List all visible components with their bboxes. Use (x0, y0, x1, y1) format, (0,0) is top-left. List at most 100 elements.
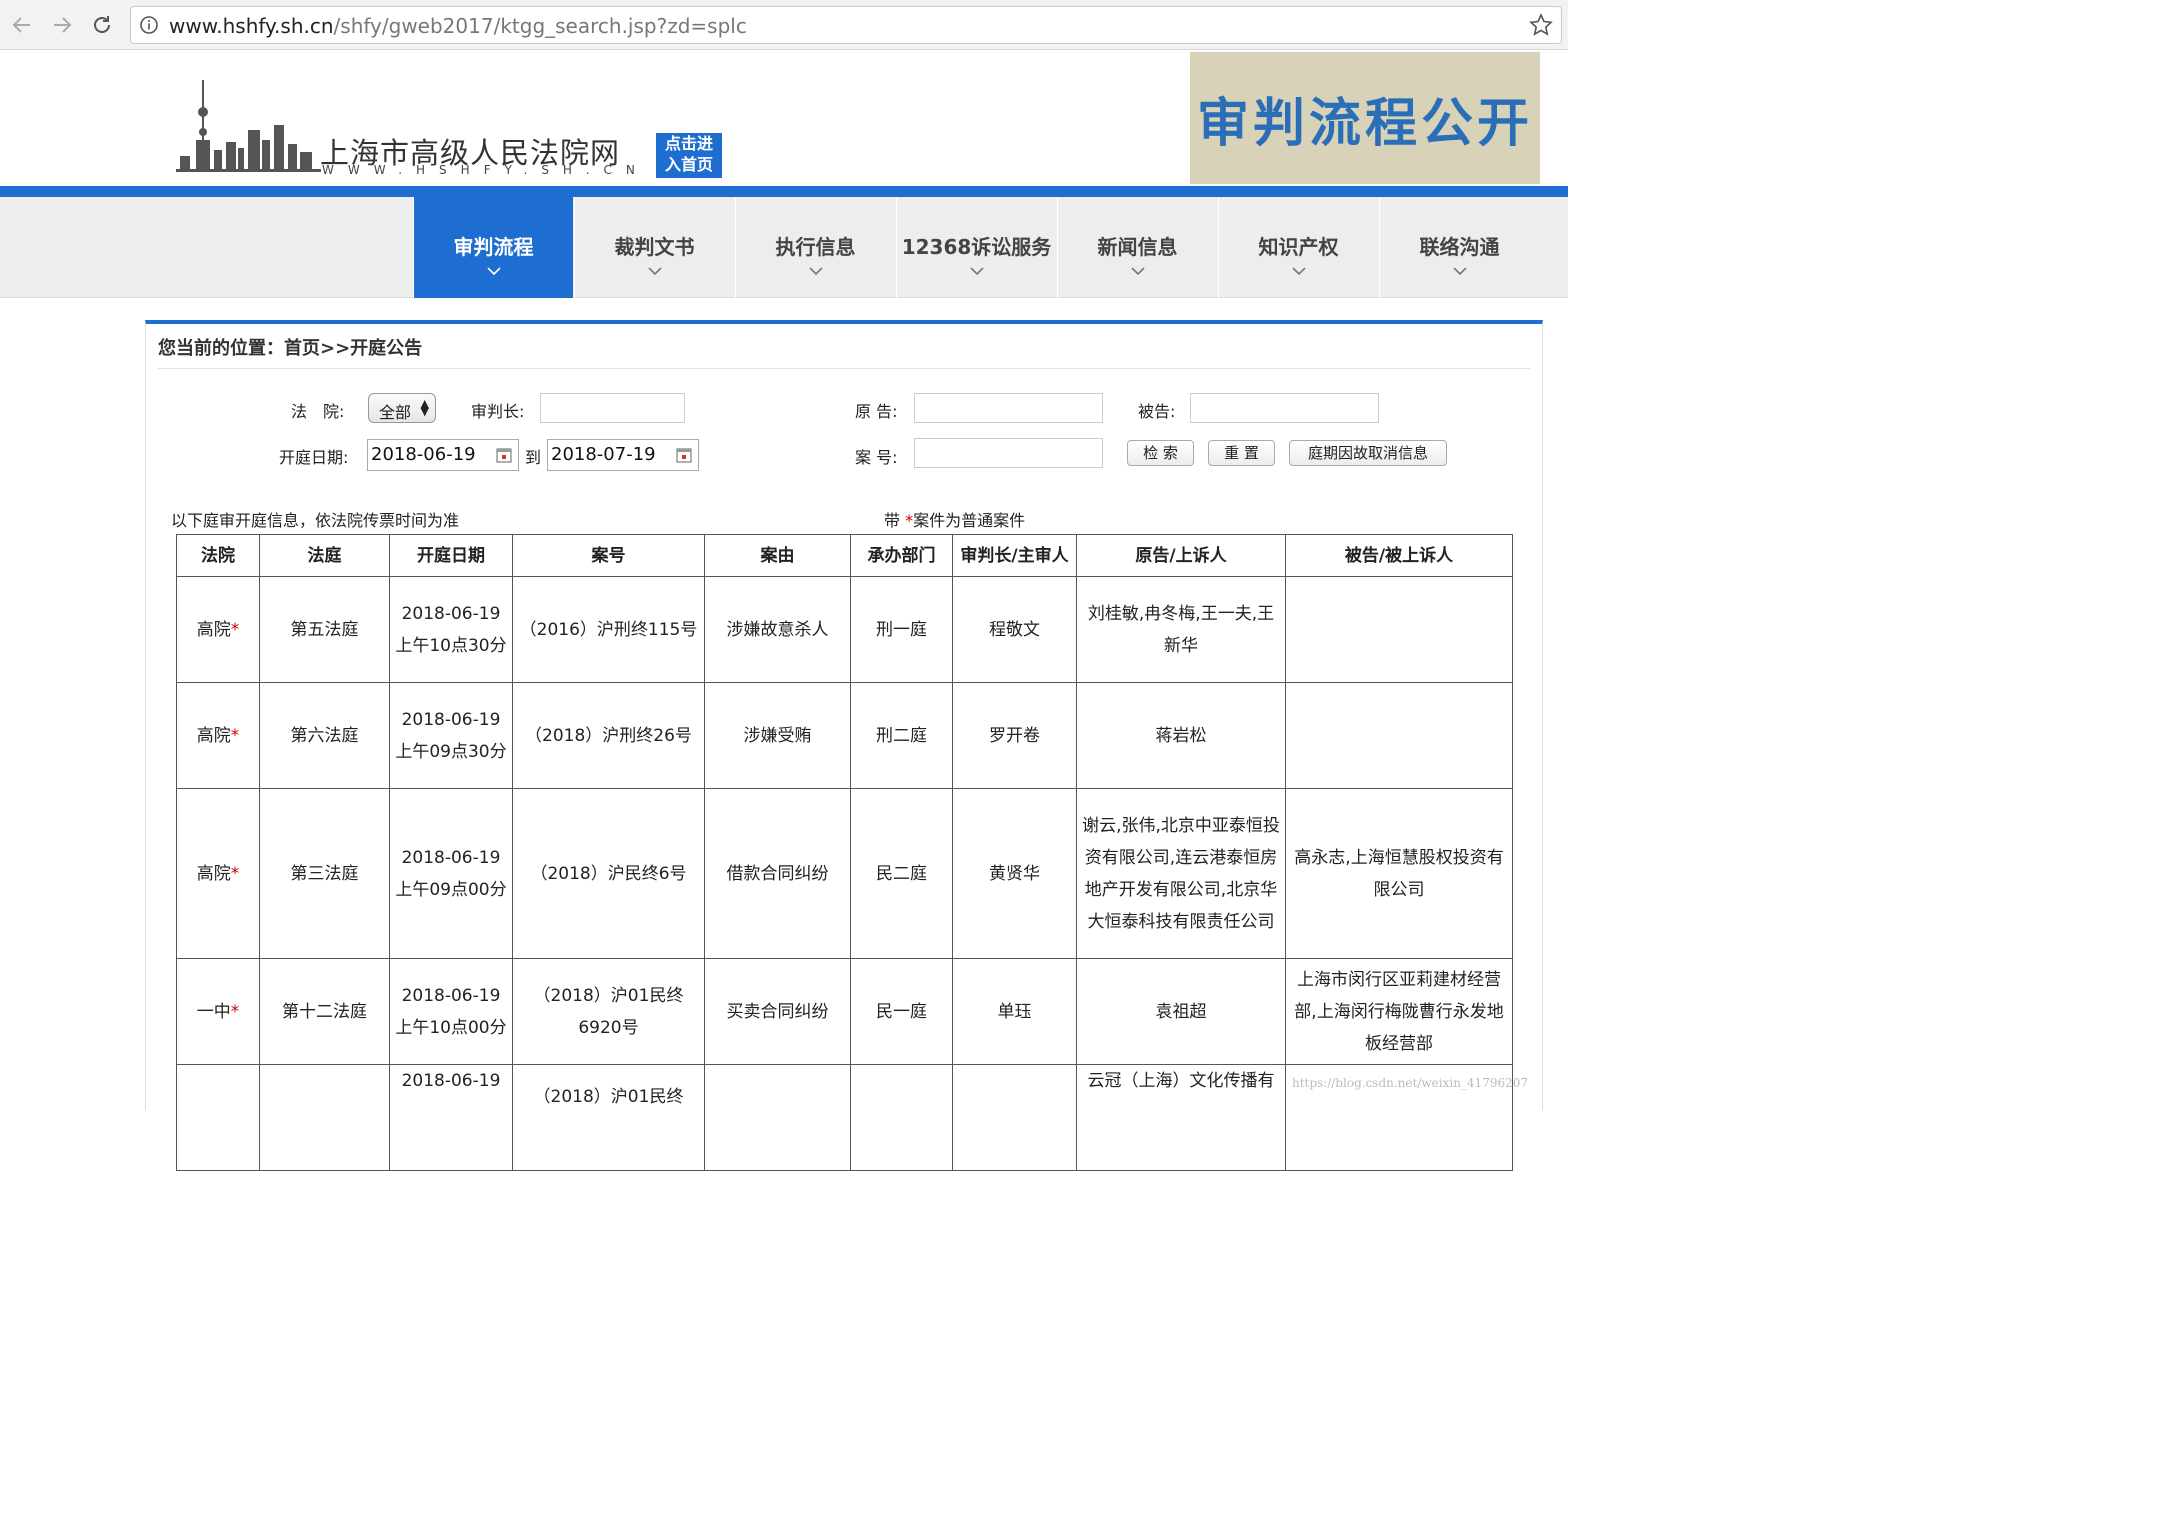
presiding-judge-cell: 程敬文 (952, 576, 1077, 683)
case-number-cell: （2018）沪01民终6920号 (512, 958, 705, 1065)
section-banner: 审判流程公开 (1190, 52, 1540, 184)
column-header: 法院 (176, 534, 260, 577)
forward-button[interactable] (46, 9, 78, 41)
case-number-label: 案 号: (855, 448, 898, 467)
home-button[interactable]: 点击进 入首页 (656, 133, 722, 178)
hearing-date-label: 开庭日期: (279, 448, 349, 467)
shanghai-skyline-logo-icon (176, 80, 321, 172)
breadcrumb: 您当前的位置：首页>>开庭公告 (158, 338, 423, 359)
url-host: www.hshfy.sh.cn (169, 14, 334, 38)
defendant-cell: 高永志,上海恒慧股权投资有限公司 (1285, 788, 1513, 959)
schedule-note: 以下庭审开庭信息，依法院传票时间为准 (171, 511, 460, 530)
table-row[interactable]: 高院* 第五法庭 2018-06-19 上午10点30分 （2016）沪刑终11… (176, 576, 1513, 683)
plaintiff-input[interactable] (914, 393, 1103, 423)
star-legend-prefix: 带 (884, 511, 906, 530)
date-to-field[interactable]: 2018-07-19 (547, 439, 699, 471)
nav-item-label: 知识产权 (1258, 235, 1339, 259)
chevron-down-icon (809, 267, 823, 276)
reload-icon (94, 16, 110, 33)
nav-item-label: 联络沟通 (1419, 235, 1500, 259)
hearing-date-cell: 2018-06-19 (389, 1064, 513, 1171)
calendar-icon[interactable] (496, 447, 512, 463)
chevron-down-icon (648, 267, 662, 276)
banner-title: 审判流程公开 (1196, 93, 1533, 154)
column-header: 法庭 (259, 534, 390, 577)
presiding-judge-cell: 罗开卷 (952, 682, 1077, 789)
nav-item-label: 裁判文书 (614, 235, 695, 259)
reset-button[interactable]: 重 置 (1208, 440, 1275, 466)
bookmark-star-icon[interactable] (1529, 13, 1553, 37)
chevron-down-icon (1131, 267, 1145, 276)
presiding-judge-cell: 黄贤华 (952, 788, 1077, 959)
presiding-judge-cell (952, 1064, 1077, 1171)
department-cell: 民一庭 (850, 958, 953, 1065)
nav-item-trial-process[interactable]: 审判流程 (413, 197, 573, 298)
nav-item-label: 12368诉讼服务 (901, 235, 1052, 259)
nav-item-contact[interactable]: 联络沟通 (1379, 197, 1539, 298)
defendant-input[interactable] (1190, 393, 1379, 423)
star-legend-mark: * (905, 511, 914, 530)
court-label: 法 院: (291, 402, 345, 421)
plaintiff-cell: 袁祖超 (1076, 958, 1286, 1065)
courtroom-cell (259, 1064, 390, 1171)
chevron-down-icon (970, 267, 984, 276)
court-name: 高院 (196, 863, 231, 884)
table-row[interactable]: 高院* 第三法庭 2018-06-19 上午09点00分 （2018）沪民终6号… (176, 788, 1513, 959)
table-row[interactable]: 高院* 第六法庭 2018-06-19 上午09点30分 （2018）沪刑终26… (176, 682, 1513, 789)
nav-item-ip[interactable]: 知识产权 (1218, 197, 1378, 298)
court-select[interactable]: 全部 ▲ ▼ (368, 393, 436, 423)
calendar-icon[interactable] (676, 447, 692, 463)
search-button[interactable]: 检 索 (1127, 440, 1194, 466)
case-number-input[interactable] (914, 438, 1103, 468)
case-number-cell: （2018）沪01民终 (512, 1064, 705, 1171)
date-from-field[interactable]: 2018-06-19 (367, 439, 519, 471)
court-cell: 高院* (176, 576, 260, 683)
plaintiff-cell: 云冠（上海）文化传播有 (1076, 1064, 1286, 1171)
court-cell: 一中* (176, 958, 260, 1065)
court-cell: 高院* (176, 682, 260, 789)
main-nav: 审判流程 裁判文书 执行信息 12368诉讼服务 新闻信息 知识产权 联络沟通 (0, 197, 1568, 298)
chevron-down-icon (487, 267, 501, 276)
plaintiff-label: 原 告: (855, 402, 898, 421)
date-from-value: 2018-06-19 (371, 444, 476, 465)
url-path: /shfy/gweb2017/ktgg_search.jsp?zd=splc (333, 14, 747, 38)
star-legend-suffix: 案件为普通案件 (913, 511, 1026, 530)
court-cell (176, 1064, 260, 1171)
column-header: 原告/上诉人 (1076, 534, 1286, 577)
case-cause-cell: 买卖合同纠纷 (704, 958, 851, 1065)
reload-button[interactable] (86, 9, 118, 41)
select-arrows-icon: ▲ ▼ (420, 397, 429, 418)
home-button-line1: 点击进 (664, 134, 713, 153)
site-logo-url: WWW.HSHFY.SH.CN (322, 163, 649, 177)
address-bar[interactable]: www.hshfy.sh.cn/shfy/gweb2017/ktgg_searc… (130, 6, 1562, 44)
department-cell: 民二庭 (850, 788, 953, 959)
case-number-cell: （2018）沪民终6号 (512, 788, 705, 959)
ordinary-case-star: * (230, 619, 240, 640)
back-button[interactable] (6, 9, 38, 41)
defendant-cell: 上海市闵行区亚莉建材经营部,上海闵行梅陇曹行永发地板经营部 (1285, 958, 1513, 1065)
home-button-line2: 入首页 (664, 155, 713, 174)
nav-item-news[interactable]: 新闻信息 (1057, 197, 1217, 298)
column-header: 被告/被上诉人 (1285, 534, 1513, 577)
date-to-label: 到 (525, 448, 542, 467)
defendant-label: 被告: (1138, 402, 1176, 421)
chevron-down-icon (1292, 267, 1306, 276)
courtroom-cell: 第三法庭 (259, 788, 390, 959)
nav-item-execution-info[interactable]: 执行信息 (735, 197, 895, 298)
nav-item-label: 执行信息 (775, 235, 856, 259)
table-row[interactable]: 一中* 第十二法庭 2018-06-19 上午10点00分 （2018）沪01民… (176, 958, 1513, 1065)
courtroom-cell: 第十二法庭 (259, 958, 390, 1065)
nav-item-litigation-service[interactable]: 12368诉讼服务 (896, 197, 1056, 298)
chevron-down-icon (1453, 267, 1467, 276)
case-cause-cell: 涉嫌故意杀人 (704, 576, 851, 683)
hearing-date-cell: 2018-06-19 上午10点00分 (389, 958, 513, 1065)
plaintiff-cell: 刘桂敏,冉冬梅,王一夫,王新华 (1076, 576, 1286, 683)
hearing-date-cell: 2018-06-19 上午09点00分 (389, 788, 513, 959)
cancelled-hearings-button[interactable]: 庭期因故取消信息 (1289, 440, 1447, 466)
case-cause-cell: 借款合同纠纷 (704, 788, 851, 959)
info-icon[interactable] (139, 15, 159, 35)
court-name: 一中 (196, 1001, 231, 1022)
nav-item-judgment-docs[interactable]: 裁判文书 (574, 197, 734, 298)
judge-input[interactable] (540, 393, 685, 423)
url-text[interactable]: www.hshfy.sh.cn/shfy/gweb2017/ktgg_searc… (169, 14, 747, 38)
